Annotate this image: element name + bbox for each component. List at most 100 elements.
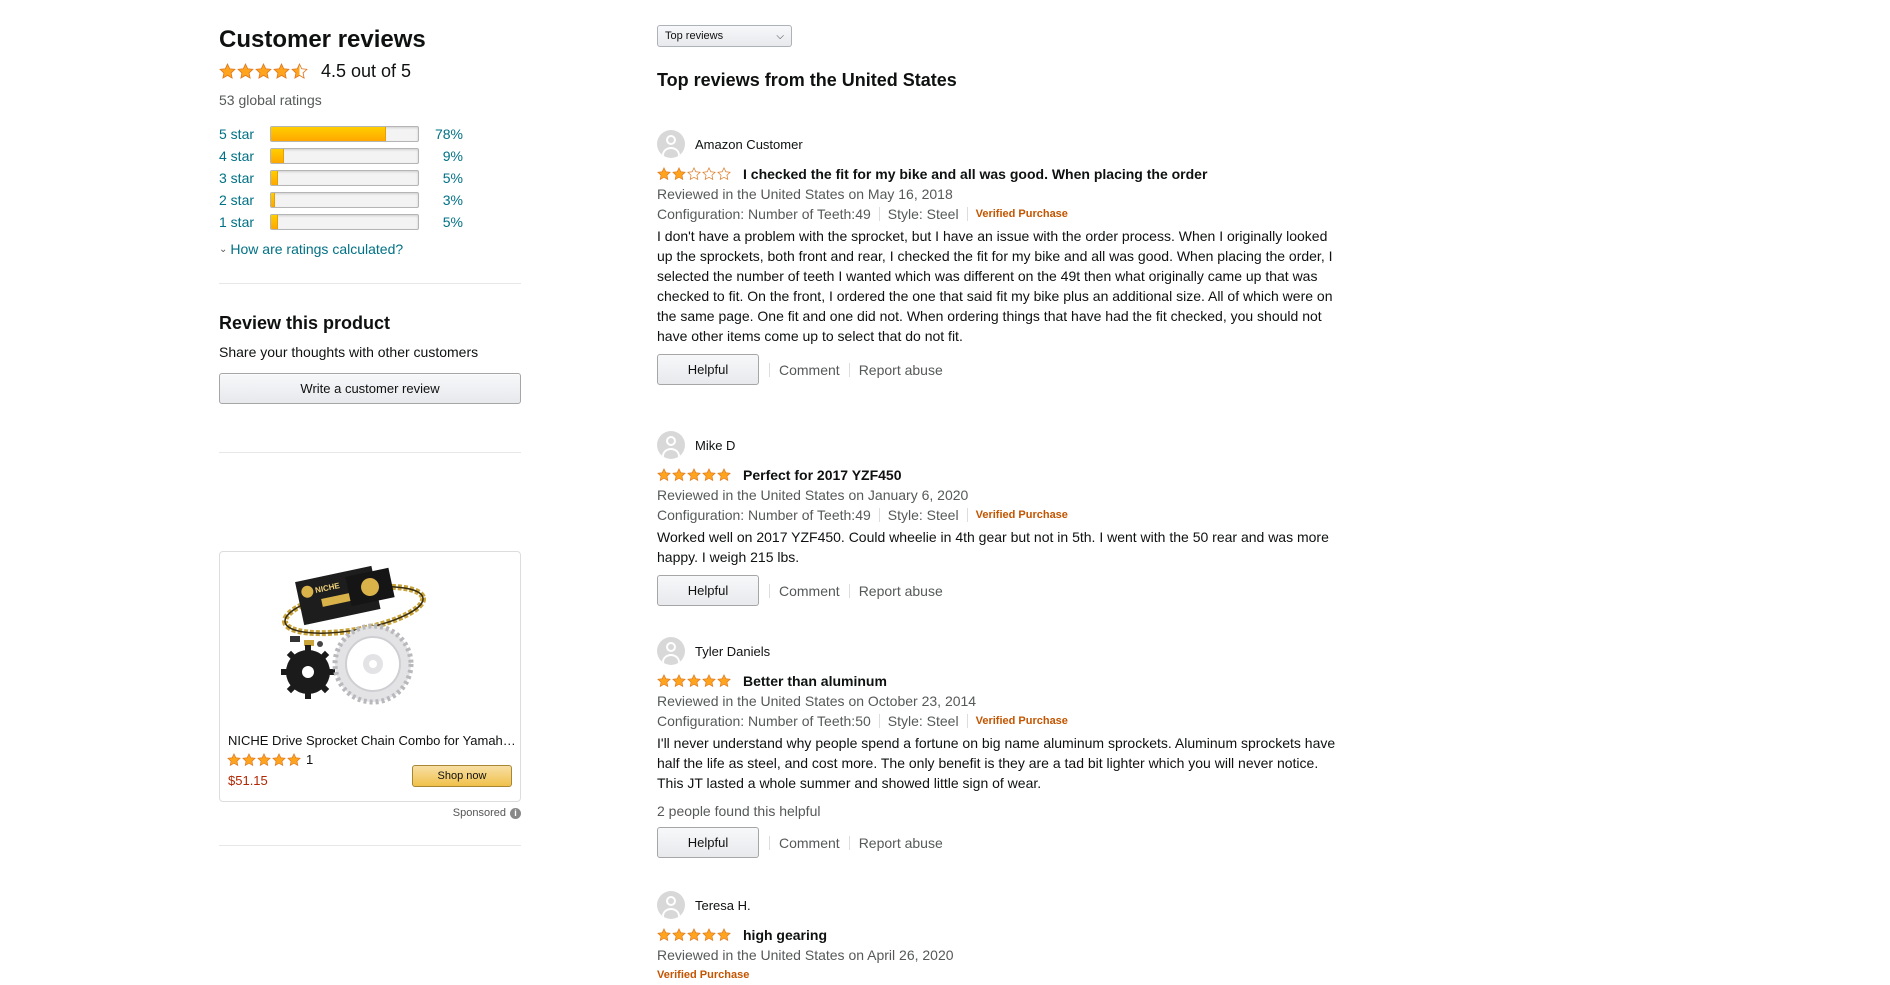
section-divider [219, 845, 521, 846]
verified-purchase-badge[interactable]: Verified Purchase [657, 965, 749, 985]
review-title[interactable]: Perfect for 2017 YZF450 [743, 467, 902, 483]
reviewer-name[interactable]: Mike D [695, 438, 735, 453]
histogram-percent[interactable]: 9% [419, 148, 463, 164]
sponsored-label[interactable]: Sponsored i [453, 807, 521, 819]
report-abuse-link[interactable]: Report abuse [859, 362, 943, 378]
histogram-star-label[interactable]: 2 star [219, 192, 270, 208]
share-thoughts-text: Share your thoughts with other customers [219, 344, 479, 360]
review-configuration[interactable]: Configuration: Number of Teeth:49 [657, 204, 871, 224]
histogram-row[interactable]: 2 star 3% [219, 189, 521, 211]
ad-product-title[interactable]: NICHE Drive Sprocket Chain Combo for Yam… [228, 733, 516, 748]
product-image[interactable]: NICHE [220, 552, 522, 732]
how-ratings-calculated-link[interactable]: ⌄ How are ratings calculated? [219, 241, 521, 257]
review-actions: Helpful Comment Report abuse [657, 354, 1337, 385]
reviewer-profile[interactable]: Mike D [657, 431, 1337, 459]
reviewer-name[interactable]: Amazon Customer [695, 137, 803, 152]
histogram-percent[interactable]: 78% [419, 126, 463, 142]
review-date: Reviewed in the United States on October… [657, 693, 977, 709]
star-icon [255, 62, 272, 79]
comment-link[interactable]: Comment [779, 362, 840, 378]
star-icon [273, 62, 290, 79]
ad-rating-count[interactable]: 1 [306, 752, 313, 767]
histogram-fill [271, 127, 386, 141]
histogram-percent[interactable]: 3% [419, 192, 463, 208]
review-body: I don't have a problem with the sprocket… [657, 228, 1333, 344]
star-icon [687, 167, 701, 181]
avatar-icon[interactable] [657, 130, 685, 158]
review-item: Teresa H. high gearing Reviewed in the U… [657, 891, 1337, 985]
star-icon [717, 167, 731, 181]
review-meta: Configuration: Number of Teeth:49 Style:… [657, 204, 1337, 224]
chevron-down-icon: ⌄ [219, 243, 228, 255]
reviewer-name[interactable]: Tyler Daniels [695, 644, 770, 659]
global-ratings-count: 53 global ratings [219, 92, 322, 108]
avatar-icon[interactable] [657, 431, 685, 459]
star-icon [717, 468, 731, 482]
review-date: Reviewed in the United States on January… [657, 487, 969, 503]
histogram-star-label[interactable]: 4 star [219, 148, 270, 164]
info-icon[interactable]: i [510, 807, 521, 819]
review-style: Style: Steel [887, 507, 959, 523]
reviewer-profile[interactable]: Amazon Customer [657, 130, 1337, 158]
star-icon [702, 928, 716, 942]
histogram-bar[interactable] [270, 214, 419, 230]
histogram-star-label[interactable]: 5 star [219, 126, 270, 142]
review-configuration[interactable]: Configuration: Number of Teeth:49 [657, 505, 871, 525]
histogram-row[interactable]: 4 star 9% [219, 145, 521, 167]
histogram-bar[interactable] [270, 170, 419, 186]
histogram-bar[interactable] [270, 126, 419, 142]
average-rating-text: 4.5 out of 5 [321, 60, 412, 81]
review-title[interactable]: I checked the fit for my bike and all wa… [743, 166, 1207, 182]
top-reviews-heading: Top reviews from the United States [657, 70, 957, 90]
shop-now-button[interactable]: Shop now [412, 765, 512, 787]
histogram-row[interactable]: 3 star 5% [219, 167, 521, 189]
histogram-star-label[interactable]: 3 star [219, 170, 270, 186]
meta-separator [878, 508, 880, 522]
comment-link[interactable]: Comment [779, 583, 840, 599]
verified-purchase-badge[interactable]: Verified Purchase [976, 204, 1068, 224]
action-separator [848, 583, 850, 598]
chevron-down-icon: ⌵ [776, 30, 784, 42]
review-rating-stars[interactable] [657, 468, 732, 482]
sort-dropdown[interactable]: Top reviews ⌵ [657, 25, 792, 47]
helpful-button[interactable]: Helpful [657, 827, 759, 858]
histogram-bar[interactable] [270, 192, 419, 208]
verified-purchase-badge[interactable]: Verified Purchase [976, 711, 1068, 731]
review-rating-stars[interactable] [657, 674, 732, 688]
report-abuse-link[interactable]: Report abuse [859, 583, 943, 599]
histogram-row[interactable]: 5 star 78% [219, 123, 521, 145]
review-rating-stars[interactable] [657, 167, 732, 181]
reviewer-profile[interactable]: Tyler Daniels [657, 637, 1337, 665]
meta-separator [878, 207, 880, 221]
meta-separator [878, 714, 880, 728]
helpful-button[interactable]: Helpful [657, 575, 759, 606]
comment-link[interactable]: Comment [779, 835, 840, 851]
report-abuse-link[interactable]: Report abuse [859, 835, 943, 851]
reviewer-profile[interactable]: Teresa H. [657, 891, 1337, 919]
action-separator [769, 583, 770, 598]
review-rating-stars[interactable] [657, 928, 732, 942]
sponsored-ad[interactable]: NICHE NICHE Drive Sprocket Chain Combo f… [219, 551, 521, 802]
helpful-button[interactable]: Helpful [657, 354, 759, 385]
star-icon [657, 468, 671, 482]
histogram-row[interactable]: 1 star 5% [219, 211, 521, 233]
avatar-icon[interactable] [657, 637, 685, 665]
review-title[interactable]: high gearing [743, 927, 827, 943]
histogram-star-label[interactable]: 1 star [219, 214, 270, 230]
how-ratings-calculated-text[interactable]: How are ratings calculated? [230, 241, 403, 257]
verified-purchase-badge[interactable]: Verified Purchase [976, 505, 1068, 525]
review-meta: Configuration: Number of Teeth:49 Style:… [657, 505, 1337, 525]
reviewer-name[interactable]: Teresa H. [695, 898, 751, 913]
review-title[interactable]: Better than aluminum [743, 673, 887, 689]
write-review-button[interactable]: Write a customer review [219, 373, 521, 404]
histogram-fill [271, 171, 279, 185]
avatar-icon[interactable] [657, 891, 685, 919]
histogram-bar[interactable] [270, 148, 419, 164]
histogram-percent[interactable]: 5% [419, 170, 463, 186]
star-icon [657, 928, 671, 942]
histogram-percent[interactable]: 5% [419, 214, 463, 230]
review-configuration[interactable]: Configuration: Number of Teeth:50 [657, 711, 871, 731]
ad-rating[interactable]: 1 [227, 752, 313, 767]
review-body: I'll never understand why people spend a… [657, 735, 1336, 791]
reviews-summary: Customer reviews 4.5 out of 5 53 global … [219, 24, 521, 846]
